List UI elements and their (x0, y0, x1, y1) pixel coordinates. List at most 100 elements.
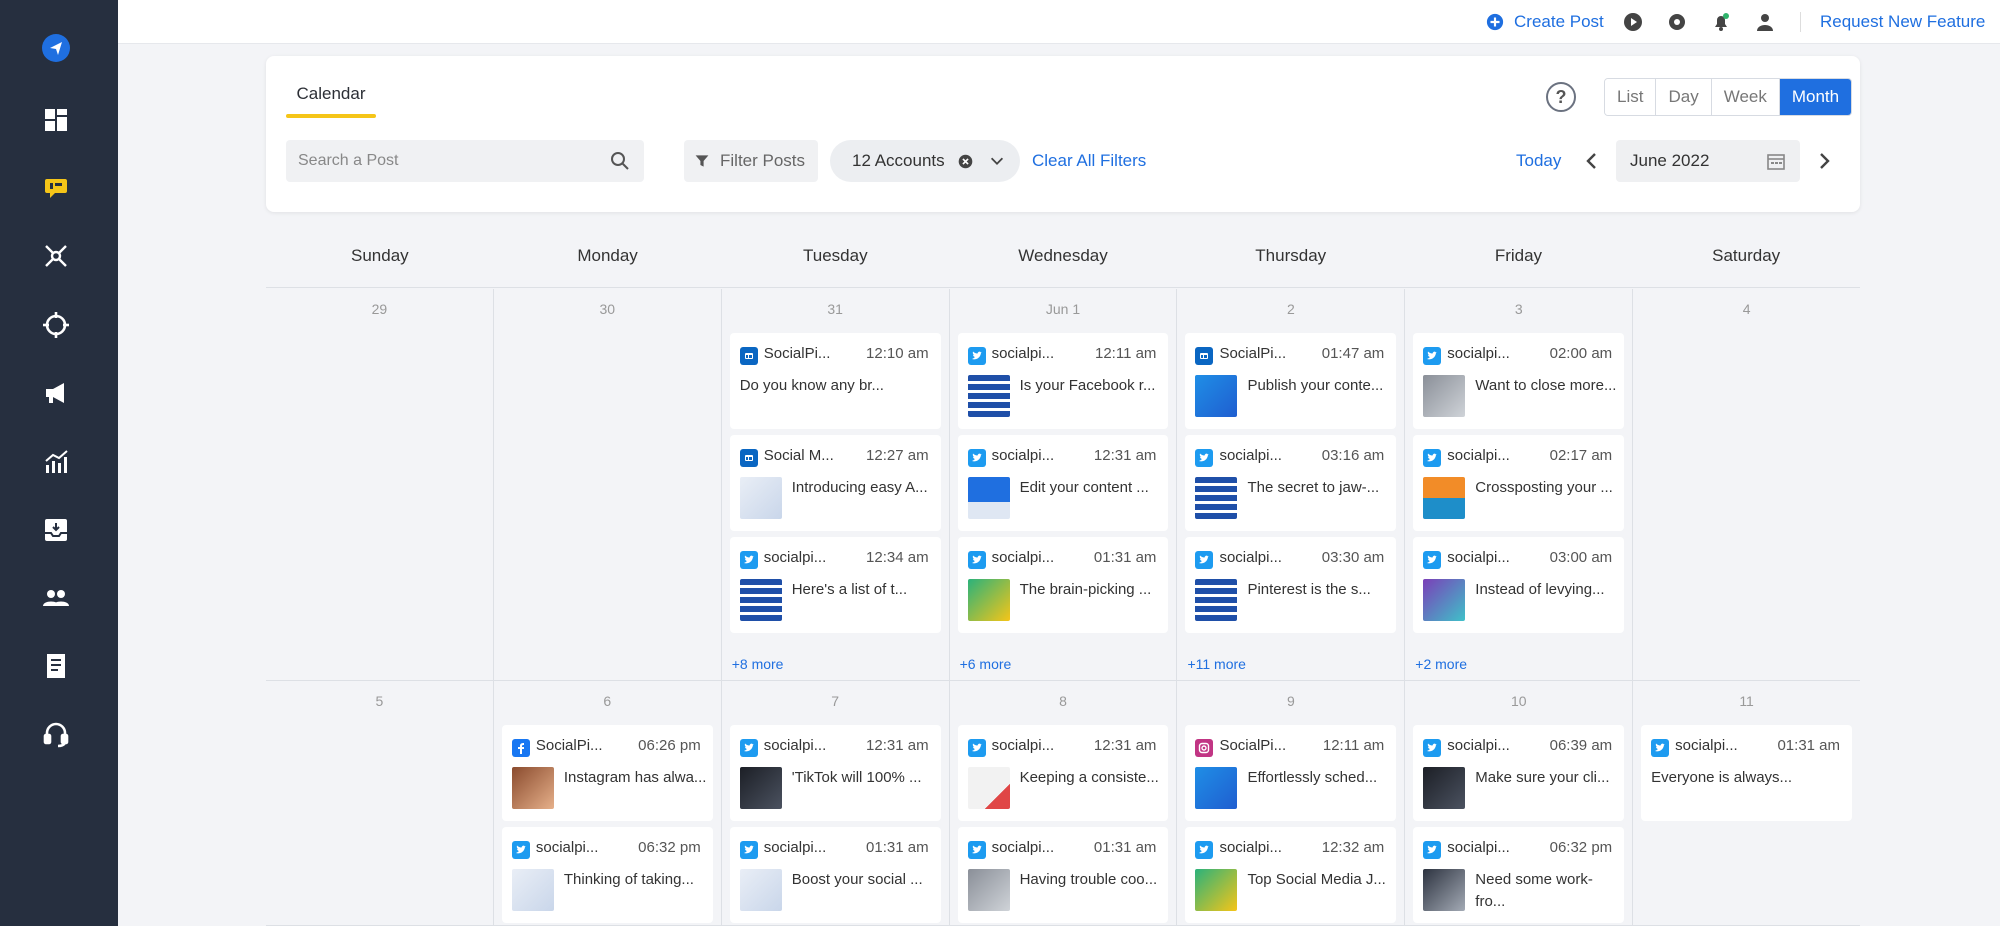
weekday-label: Tuesday (803, 246, 868, 265)
post-card[interactable]: socialpi... 12:31 am Edit your content ... (957, 435, 1169, 531)
post-time: 12:11 am (1322, 737, 1385, 754)
create-post-button[interactable]: Create Post (1486, 0, 1604, 44)
sidebar (0, 0, 118, 926)
target-icon[interactable] (36, 305, 76, 345)
twitter-icon (1423, 347, 1442, 365)
day-cell[interactable]: 2 SocialPi... 01:47 am Publish your conte..… (1177, 289, 1406, 680)
post-preview: Instead of levying... (1475, 581, 1605, 598)
post-thumbnail (739, 869, 782, 911)
post-thumbnail (967, 375, 1010, 417)
post-account: socialpi... (1219, 839, 1282, 856)
post-card[interactable]: socialpi... 01:31 am Everyone is always... (1641, 725, 1853, 821)
clear-accounts-icon[interactable] (957, 153, 974, 170)
bell-icon[interactable] (1710, 11, 1732, 33)
post-card[interactable]: Social M... 12:27 am Introducing easy A... (729, 435, 941, 531)
today-button[interactable]: Today (1516, 151, 1561, 171)
post-card[interactable]: socialpi... 06:39 am Make sure your cli... (1413, 725, 1625, 821)
post-account: socialpi... (763, 737, 827, 754)
filter-posts-button[interactable]: Filter Posts (684, 140, 818, 182)
chat-icon[interactable] (36, 168, 76, 208)
post-thumbnail (1423, 375, 1466, 417)
post-account: socialpi... (991, 839, 1055, 856)
analytics-icon[interactable] (36, 442, 76, 482)
post-card[interactable]: socialpi... 01:31 am The brain-picking ... (957, 537, 1169, 633)
post-card[interactable]: socialpi... 12:34 am Here's a list of t... (729, 537, 941, 633)
view-day-button[interactable]: Day (1656, 79, 1712, 115)
post-account: socialpi... (1447, 839, 1510, 856)
send-icon[interactable] (36, 28, 76, 68)
inbox-icon[interactable] (36, 510, 76, 550)
tab-calendar[interactable]: Calendar (286, 84, 376, 104)
accounts-filter[interactable]: 12 Accounts (830, 140, 1020, 182)
megaphone-icon[interactable] (36, 373, 76, 413)
post-card[interactable]: socialpi... 03:30 am Pinterest is the s... (1185, 537, 1397, 633)
post-account: Social M... (763, 447, 834, 464)
day-cell[interactable]: 10 socialpi... 06:39 am Make sure your cli.… (1405, 681, 1634, 925)
day-cell[interactable]: 11 socialpi... 01:31 am Everyone is always.… (1633, 681, 1861, 925)
dashboard-icon[interactable] (36, 100, 76, 140)
play-icon[interactable] (1622, 11, 1644, 33)
day-cell[interactable]: 7 socialpi... 12:31 am 'TikTok will 100% ..… (721, 681, 950, 925)
post-card[interactable]: SocialPi... 01:47 am Publish your conte... (1185, 333, 1397, 429)
help-button[interactable]: ? (1546, 82, 1576, 112)
day-cell[interactable]: 8 socialpi... 12:31 am Keeping a consiste..… (949, 681, 1178, 925)
user-icon[interactable] (1754, 11, 1776, 33)
more-posts-link[interactable]: +6 more (960, 656, 1012, 672)
more-posts-link[interactable]: +8 more (732, 656, 784, 672)
day-cell[interactable]: 31 SocialPi... 12:10 am Do you know any br.… (721, 289, 950, 680)
post-card[interactable]: socialpi... 12:31 am 'TikTok will 100% ... (729, 725, 941, 821)
post-account: socialpi... (991, 737, 1055, 754)
view-week-button[interactable]: Week (1711, 79, 1780, 115)
search-icon[interactable] (610, 151, 630, 171)
post-card[interactable]: socialpi... 01:31 am Boost your social ... (729, 827, 941, 923)
users-icon[interactable] (36, 578, 76, 618)
headset-icon[interactable] (36, 714, 76, 754)
day-number: 5 (375, 693, 384, 709)
post-account: socialpi... (1447, 345, 1510, 362)
report-icon[interactable] (36, 646, 76, 686)
post-thumbnail (1423, 579, 1466, 621)
post-card[interactable]: socialpi... 06:32 pm Thinking of taking... (501, 827, 713, 923)
search-input[interactable] (298, 152, 598, 170)
chevron-down-icon[interactable] (988, 152, 1006, 170)
day-cell[interactable]: 9 SocialPi... 12:11 am Effortlessly sched..… (1177, 681, 1406, 925)
post-card[interactable]: socialpi... 01:31 am Having trouble coo... (957, 827, 1169, 923)
day-cell[interactable]: 3 socialpi... 02:00 am Want to close more..… (1405, 289, 1634, 680)
post-thumbnail (1423, 767, 1466, 809)
post-card[interactable]: socialpi... 02:17 am Crossposting your ... (1413, 435, 1625, 531)
month-picker[interactable]: June 2022 (1616, 140, 1800, 182)
settings-icon[interactable] (1666, 11, 1688, 33)
day-cell[interactable]: 4 (1633, 289, 1861, 680)
calendar-toolbar: Calendar ? List Day Week Month Filter Po… (266, 56, 1860, 212)
view-month-button[interactable]: Month (1779, 79, 1852, 115)
day-cell[interactable]: 29 (266, 289, 494, 680)
post-card[interactable]: socialpi... 12:31 am Keeping a consiste... (957, 725, 1169, 821)
post-card[interactable]: SocialPi... 12:11 am Effortlessly sched... (1185, 725, 1397, 821)
post-card[interactable]: socialpi... 12:11 am Is your Facebook r... (957, 333, 1169, 429)
post-card[interactable]: socialpi... 02:00 am Want to close more... (1413, 333, 1625, 429)
day-cell[interactable]: 6 SocialPi... 06:26 pm Instagram has alwa..… (493, 681, 722, 925)
clear-all-filters-link[interactable]: Clear All Filters (1032, 151, 1146, 171)
post-card[interactable]: socialpi... 03:16 am The secret to jaw-... (1185, 435, 1397, 531)
post-card[interactable]: socialpi... 03:00 am Instead of levying... (1413, 537, 1625, 633)
post-card[interactable]: SocialPi... 12:10 am Do you know any br... (729, 333, 941, 429)
day-number: 10 (1510, 693, 1527, 709)
day-cell[interactable]: 30 (493, 289, 722, 680)
more-posts-link[interactable]: +2 more (1415, 656, 1467, 672)
network-icon[interactable] (36, 236, 76, 276)
request-feature-link[interactable]: Request New Feature (1820, 0, 1985, 44)
post-account: SocialPi... (763, 345, 831, 362)
day-number: 30 (599, 301, 616, 317)
chevron-right-icon[interactable] (1814, 149, 1834, 173)
chevron-left-icon[interactable] (1582, 149, 1602, 173)
post-time: 03:16 am (1321, 447, 1385, 464)
post-card[interactable]: socialpi... 12:32 am Top Social Media J... (1185, 827, 1397, 923)
more-posts-link[interactable]: +11 more (1187, 656, 1246, 672)
post-preview: Want to close more... (1475, 377, 1617, 394)
day-cell[interactable]: 5 (266, 681, 494, 925)
day-cell[interactable]: Jun 1 socialpi... 12:11 am Is your Facebook… (949, 289, 1178, 680)
view-list-button[interactable]: List (1605, 79, 1657, 115)
post-card[interactable]: socialpi... 06:32 pm Need some work-fro... (1413, 827, 1625, 923)
post-card[interactable]: SocialPi... 06:26 pm Instagram has alwa... (501, 725, 713, 821)
post-thumbnail (967, 579, 1010, 621)
